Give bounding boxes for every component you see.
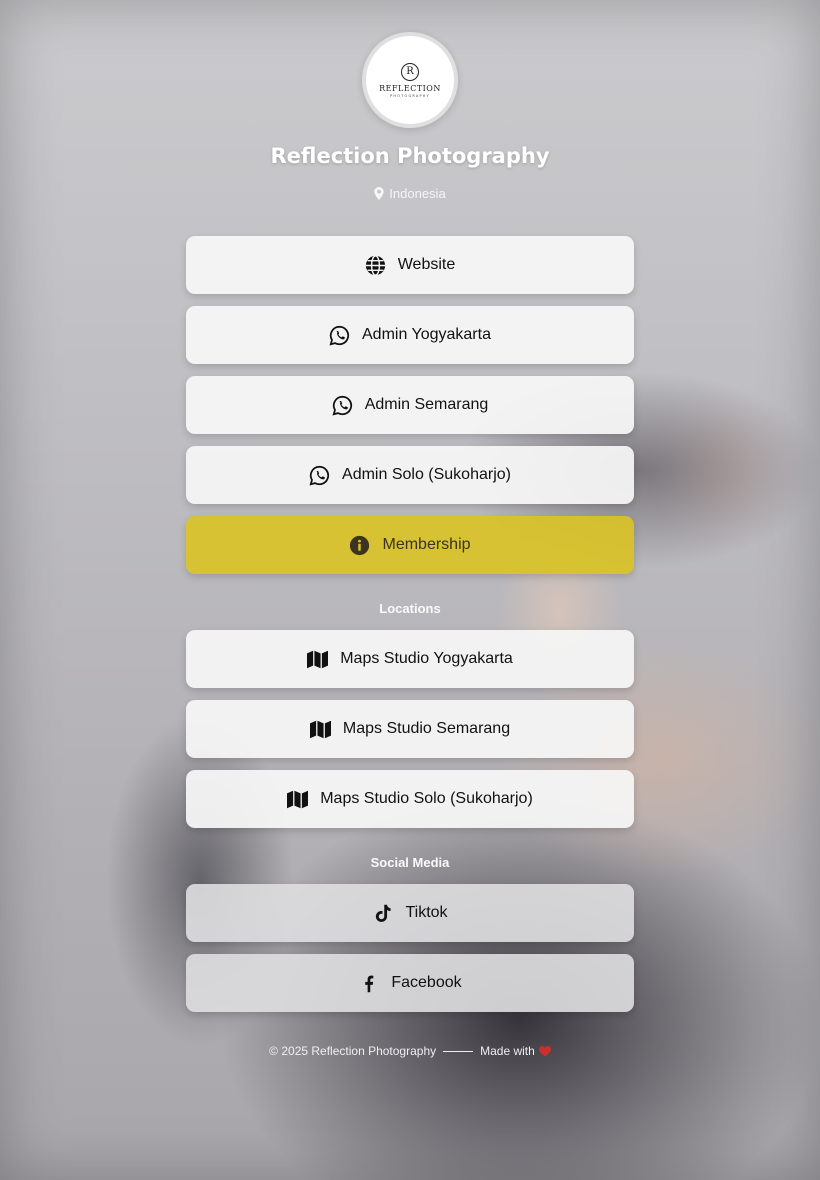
tiktok-icon (376, 904, 392, 922)
profile-avatar: R REFLECTION PHOTOGRAPHY (362, 32, 458, 128)
logo-mark-icon: R (401, 62, 419, 81)
whatsapp-icon (309, 465, 330, 485)
footer: © 2025 Reflection Photography Made with (0, 1044, 820, 1058)
membership-button[interactable]: Membership (186, 516, 634, 574)
social-media-heading: Social Media (370, 855, 450, 870)
membership-label: Membership (382, 536, 471, 553)
profile-name: Reflection Photography (270, 144, 550, 168)
website-button-label: Website (397, 256, 456, 273)
facebook-icon (365, 975, 374, 992)
admin-semarang-label: Admin Semarang (364, 396, 489, 413)
location-text: Indonesia (389, 186, 446, 201)
logo-text: REFLECTION (379, 83, 441, 93)
whatsapp-icon (332, 395, 352, 415)
whatsapp-icon (329, 325, 349, 345)
globe-icon (365, 254, 385, 276)
tiktok-button[interactable]: Tiktok (186, 884, 634, 942)
footer-made-with: Made with (480, 1044, 535, 1058)
locations-heading: Locations (379, 601, 441, 616)
map-pin-icon (374, 187, 384, 200)
tiktok-label: Tiktok (405, 904, 448, 921)
map-icon (309, 720, 331, 738)
maps-semarang-button[interactable]: Maps Studio Semarang (186, 700, 634, 758)
maps-solo-button[interactable]: Maps Studio Solo (Sukoharjo) (186, 770, 634, 828)
admin-yogyakarta-label: Admin Yogyakarta (362, 326, 491, 343)
map-icon (307, 650, 329, 668)
admin-semarang-button[interactable]: Admin Semarang (186, 376, 634, 434)
profile-location: Indonesia (0, 186, 820, 201)
maps-semarang-label: Maps Studio Semarang (342, 720, 511, 737)
heart-icon (538, 1045, 551, 1056)
website-button[interactable]: Website (186, 236, 634, 294)
footer-copyright: © 2025 Reflection Photography (269, 1044, 437, 1058)
facebook-button[interactable]: Facebook (186, 954, 634, 1012)
admin-yogyakarta-button[interactable]: Admin Yogyakarta (186, 306, 634, 364)
maps-yogyakarta-label: Maps Studio Yogyakarta (340, 650, 513, 667)
logo-subtext: PHOTOGRAPHY (390, 93, 430, 98)
footer-divider (443, 1050, 474, 1052)
map-icon (287, 790, 309, 808)
facebook-label: Facebook (391, 974, 462, 991)
info-icon (350, 535, 370, 555)
admin-solo-button[interactable]: Admin Solo (Sukoharjo) (186, 446, 634, 504)
admin-solo-label: Admin Solo (Sukoharjo) (342, 466, 511, 483)
maps-solo-label: Maps Studio Solo (Sukoharjo) (320, 790, 533, 807)
maps-yogyakarta-button[interactable]: Maps Studio Yogyakarta (186, 630, 634, 688)
